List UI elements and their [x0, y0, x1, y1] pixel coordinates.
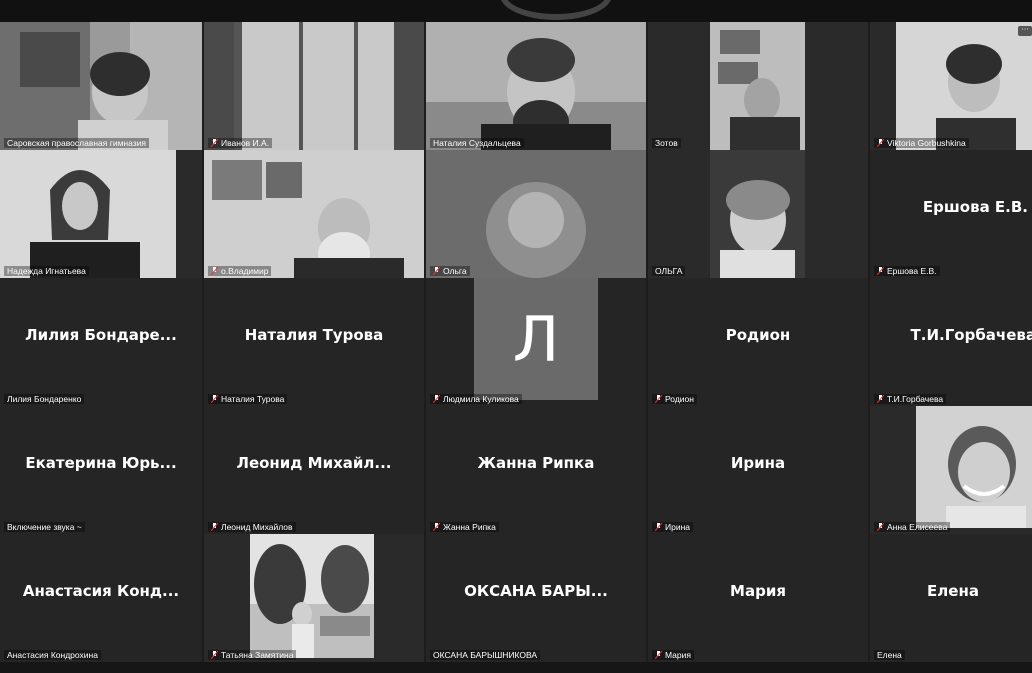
participant-video — [0, 22, 202, 150]
participant-name-label: Надежда Игнатьева — [4, 266, 89, 276]
participant-video — [916, 406, 1032, 528]
top-decoration — [500, 0, 612, 20]
participant-name-label: Ольга — [430, 266, 470, 276]
participant-name-label: Родион — [652, 394, 697, 404]
participant-video — [896, 22, 1032, 150]
participant-name-label: о.Владимир — [208, 266, 272, 276]
bottom-bar — [0, 662, 1032, 673]
top-bar — [0, 0, 1032, 22]
participant-display-name: Анастасия Конд... — [22, 582, 180, 600]
participant-name-label: Анна Елисеева — [874, 522, 951, 532]
participant-display-name: Т.И.Горбачева — [910, 326, 1032, 344]
participant-name-label: ОКСАНА БАРЫШНИКОВА — [430, 650, 541, 660]
participant-video — [710, 150, 805, 278]
participant-display-name: ОКСАНА БАРЫ... — [464, 582, 608, 600]
participant-tile[interactable]: Анна Елисеева — [870, 406, 1032, 534]
participant-name-label: Т.И.Горбачева — [874, 394, 947, 404]
participant-tile[interactable]: Ершова Е.В. Ершова Е.В. — [870, 150, 1032, 278]
participant-tile[interactable]: Л Людмила Куликова — [426, 278, 646, 406]
participant-tile[interactable]: Саровская православная гимназия — [0, 22, 202, 150]
muted-mic-icon — [876, 394, 885, 404]
participant-display-name: Родион — [725, 326, 791, 344]
participant-name-label: Зотов — [652, 138, 681, 148]
participant-tile[interactable]: Надежда Игнатьева — [0, 150, 202, 278]
participant-tile[interactable]: Ольга — [426, 150, 646, 278]
participant-tile[interactable]: Зотов — [648, 22, 868, 150]
participant-name-label: Наталия Турова — [208, 394, 288, 404]
participant-video — [204, 22, 424, 150]
participant-display-name: Елена — [927, 582, 979, 600]
participant-name-label: Елена — [874, 650, 905, 660]
participant-display-name: Леонид Михайл... — [236, 454, 392, 472]
participant-tile[interactable]: Екатерина Юрь... Включение звука ~ — [0, 406, 202, 534]
participant-display-name: Жанна Рипка — [477, 454, 595, 472]
participant-name-label: Наталия Суздальцева — [430, 138, 524, 148]
muted-mic-icon — [876, 138, 885, 148]
participant-name-label: Мария — [652, 650, 694, 660]
participant-tile[interactable]: Т.И.Горбачева Т.И.Горбачева — [870, 278, 1032, 406]
participant-name-label: Жанна Рипка — [430, 522, 499, 532]
muted-mic-icon — [654, 650, 663, 660]
participant-name-label: Людмила Куликова — [430, 394, 522, 404]
avatar: Л — [474, 278, 598, 400]
participant-tile[interactable]: ОКСАНА БАРЫ... ОКСАНА БАРЫШНИКОВА — [426, 534, 646, 662]
participant-display-name: Ирина — [730, 454, 786, 472]
participant-name-label: Включение звука ~ — [4, 522, 85, 532]
participant-name-label: Viktoria Gorbushkina — [874, 138, 969, 148]
participant-tile[interactable]: о.Владимир — [204, 150, 424, 278]
participant-tile[interactable]: Родион Родион — [648, 278, 868, 406]
participant-tile[interactable]: Ирина Ирина — [648, 406, 868, 534]
muted-mic-icon — [210, 138, 219, 148]
participant-name-label: Ирина — [652, 522, 694, 532]
muted-mic-icon — [654, 522, 663, 532]
participant-display-name: Наталия Турова — [244, 326, 384, 344]
participant-tile[interactable]: Татьяна Замятина — [204, 534, 424, 662]
participant-tile[interactable]: ··· Viktoria Gorbushkina — [870, 22, 1032, 150]
participant-name-label: Лилия Бондаренко — [4, 394, 85, 404]
participant-video — [204, 150, 424, 278]
muted-mic-icon — [432, 522, 441, 532]
muted-mic-icon — [876, 522, 885, 532]
participant-tile-active-speaker[interactable]: Наталия Суздальцева — [426, 22, 646, 150]
participant-tile[interactable]: Лилия Бондаре... Лилия Бондаренко — [0, 278, 202, 406]
muted-mic-icon — [210, 266, 219, 276]
participant-name-label: Леонид Михайлов — [208, 522, 296, 532]
more-options-icon[interactable]: ··· — [1018, 26, 1032, 36]
participant-name-label: Саровская православная гимназия — [4, 138, 149, 148]
participant-tile[interactable]: Мария Мария — [648, 534, 868, 662]
participant-video — [710, 22, 805, 150]
muted-mic-icon — [432, 266, 441, 276]
participant-tile[interactable]: Иванов И.А. — [204, 22, 424, 150]
participant-video — [426, 22, 646, 150]
muted-mic-icon — [210, 522, 219, 532]
participant-name-label: Иванов И.А. — [208, 138, 273, 148]
participant-name-label: ОЛЬГА — [652, 266, 686, 276]
participant-display-name: Лилия Бондаре... — [25, 326, 177, 344]
participant-video — [250, 534, 374, 658]
participant-tile[interactable]: Анастасия Конд... Анастасия Кондрохина — [0, 534, 202, 662]
participant-video — [426, 150, 646, 278]
participant-tile[interactable]: Елена Елена — [870, 534, 1032, 662]
participant-tile[interactable]: ОЛЬГА — [648, 150, 868, 278]
muted-mic-icon — [432, 394, 441, 404]
participant-tile[interactable]: Наталия Турова Наталия Турова — [204, 278, 424, 406]
participant-display-name: Екатерина Юрь... — [25, 454, 177, 472]
gallery-grid: Саровская православная гимназия Иванов И… — [0, 22, 1032, 662]
muted-mic-icon — [876, 266, 885, 276]
participant-name-label: Ершова Е.В. — [874, 266, 940, 276]
participant-display-name: Ершова Е.В. — [922, 198, 1028, 216]
participant-name-label: Анастасия Кондрохина — [4, 650, 101, 660]
participant-display-name: Мария — [730, 582, 786, 600]
participant-tile[interactable]: Леонид Михайл... Леонид Михайлов — [204, 406, 424, 534]
participant-name-label: Татьяна Замятина — [208, 650, 297, 660]
muted-mic-icon — [654, 394, 663, 404]
participant-video — [0, 150, 176, 278]
muted-mic-icon — [210, 650, 219, 660]
muted-mic-icon — [210, 394, 219, 404]
participant-tile[interactable]: Жанна Рипка Жанна Рипка — [426, 406, 646, 534]
